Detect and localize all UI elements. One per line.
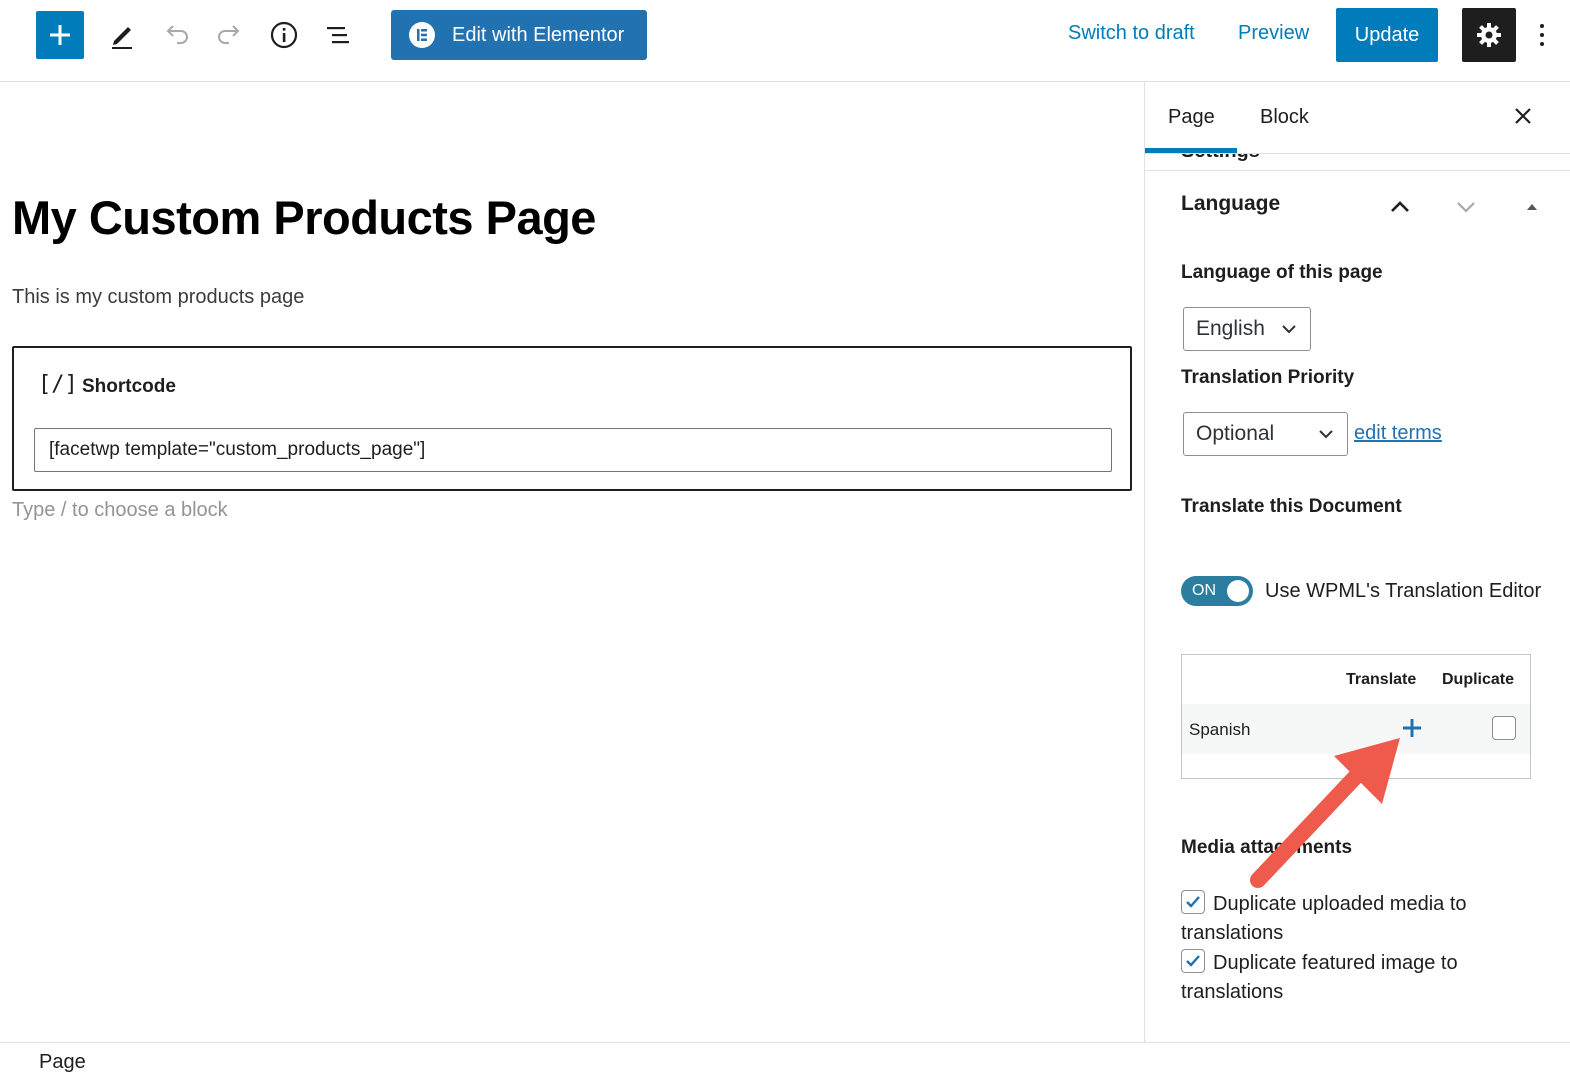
toggle-state: ON bbox=[1192, 582, 1216, 599]
editor-toolbar: Edit with Elementor Switch to draft Prev… bbox=[0, 0, 1570, 82]
translate-document-label: Translate this Document bbox=[1181, 496, 1402, 517]
elementor-logo-icon bbox=[409, 22, 435, 48]
close-icon[interactable] bbox=[1509, 102, 1537, 130]
edit-with-elementor-button[interactable]: Edit with Elementor bbox=[391, 10, 647, 60]
pencil-icon bbox=[112, 27, 132, 49]
tools-button[interactable] bbox=[98, 11, 146, 59]
language-select[interactable]: English bbox=[1183, 307, 1311, 351]
checkmark-icon bbox=[1186, 955, 1200, 967]
translations-table: Translate Duplicate Spanish bbox=[1181, 654, 1531, 779]
language-select-value: English bbox=[1196, 317, 1265, 340]
tab-page[interactable]: Page bbox=[1168, 106, 1215, 129]
add-translation-plus-icon[interactable] bbox=[1400, 716, 1424, 740]
info-icon bbox=[270, 21, 298, 49]
shortcode-label: Shortcode bbox=[82, 376, 176, 397]
checkmark-icon bbox=[1186, 896, 1200, 908]
edit-terms-link[interactable]: edit terms bbox=[1354, 422, 1442, 445]
add-block-button[interactable] bbox=[36, 11, 84, 59]
block-appender[interactable]: Type / to choose a block bbox=[12, 499, 228, 522]
active-tab-indicator bbox=[1145, 148, 1237, 153]
triangle-up-icon[interactable] bbox=[1519, 194, 1545, 220]
redo-icon bbox=[218, 25, 240, 44]
dot bbox=[1540, 24, 1544, 28]
switch-to-draft-button[interactable]: Switch to draft bbox=[1068, 22, 1195, 45]
plus-icon bbox=[50, 25, 70, 45]
list-view-button[interactable] bbox=[314, 11, 362, 59]
priority-select[interactable]: Optional bbox=[1183, 412, 1348, 456]
translation-priority-label: Translation Priority bbox=[1181, 367, 1355, 388]
more-options-button[interactable] bbox=[1530, 18, 1554, 52]
duplicate-media-label: Duplicate uploaded media to translations bbox=[1181, 893, 1467, 944]
gear-icon bbox=[1477, 23, 1501, 47]
chevron-down-icon bbox=[1282, 325, 1296, 334]
language-of-page-label: Language of this page bbox=[1181, 262, 1383, 283]
tab-block[interactable]: Block bbox=[1260, 106, 1309, 129]
table-row: Spanish bbox=[1182, 704, 1530, 754]
duplicate-featured-checkbox[interactable] bbox=[1181, 949, 1205, 973]
breadcrumb-page[interactable]: Page bbox=[39, 1051, 86, 1074]
undo-button[interactable] bbox=[152, 11, 200, 59]
chevron-down-icon bbox=[1319, 430, 1333, 439]
language-name: Spanish bbox=[1189, 720, 1251, 739]
duplicate-media-option[interactable]: Duplicate uploaded media to translations bbox=[1181, 890, 1541, 948]
chevron-up-icon[interactable] bbox=[1387, 194, 1413, 220]
language-panel-title[interactable]: Language bbox=[1181, 192, 1280, 216]
duplicate-featured-option[interactable]: Duplicate featured image to translations bbox=[1181, 949, 1541, 1007]
duplicate-checkbox[interactable] bbox=[1492, 716, 1516, 740]
preview-button[interactable]: Preview bbox=[1238, 22, 1309, 45]
toggle-knob bbox=[1227, 580, 1249, 602]
shortcode-block[interactable]: [/] Shortcode [facetwp template="custom_… bbox=[12, 346, 1132, 491]
dot bbox=[1540, 33, 1544, 37]
shortcode-icon: [/] bbox=[38, 372, 78, 397]
divider bbox=[1145, 170, 1570, 171]
settings-button[interactable] bbox=[1462, 8, 1516, 62]
editor-canvas: My Custom Products Page This is my custo… bbox=[0, 82, 1144, 1042]
priority-select-value: Optional bbox=[1196, 422, 1275, 445]
page-title[interactable]: My Custom Products Page bbox=[12, 190, 596, 245]
details-button[interactable] bbox=[260, 11, 308, 59]
dot bbox=[1540, 42, 1544, 46]
block-breadcrumb-bar: Page bbox=[0, 1042, 1570, 1080]
sidebar-tabs: Page Block bbox=[1145, 82, 1570, 154]
update-button[interactable]: Update bbox=[1336, 8, 1438, 62]
duplicate-featured-label: Duplicate featured image to translations bbox=[1181, 952, 1458, 1003]
toggle-label: Use WPML's Translation Editor bbox=[1265, 580, 1542, 602]
undo-icon bbox=[166, 25, 188, 44]
media-attachments-label: Media attachments bbox=[1181, 837, 1353, 858]
translation-editor-toggle[interactable]: ON bbox=[1181, 576, 1253, 606]
paragraph-block[interactable]: This is my custom products page bbox=[12, 286, 304, 309]
list-view-icon bbox=[327, 27, 349, 44]
duplicate-column-header: Duplicate bbox=[1442, 671, 1515, 688]
duplicate-media-checkbox[interactable] bbox=[1181, 890, 1205, 914]
shortcode-input[interactable]: [facetwp template="custom_products_page"… bbox=[34, 428, 1112, 472]
translate-column-header: Translate bbox=[1346, 671, 1417, 688]
redo-button[interactable] bbox=[206, 11, 254, 59]
edit-with-elementor-label: Edit with Elementor bbox=[452, 23, 625, 46]
chevron-down-icon[interactable] bbox=[1453, 194, 1479, 220]
settings-sidebar: Page Block Settings Language Language of… bbox=[1144, 82, 1570, 1042]
